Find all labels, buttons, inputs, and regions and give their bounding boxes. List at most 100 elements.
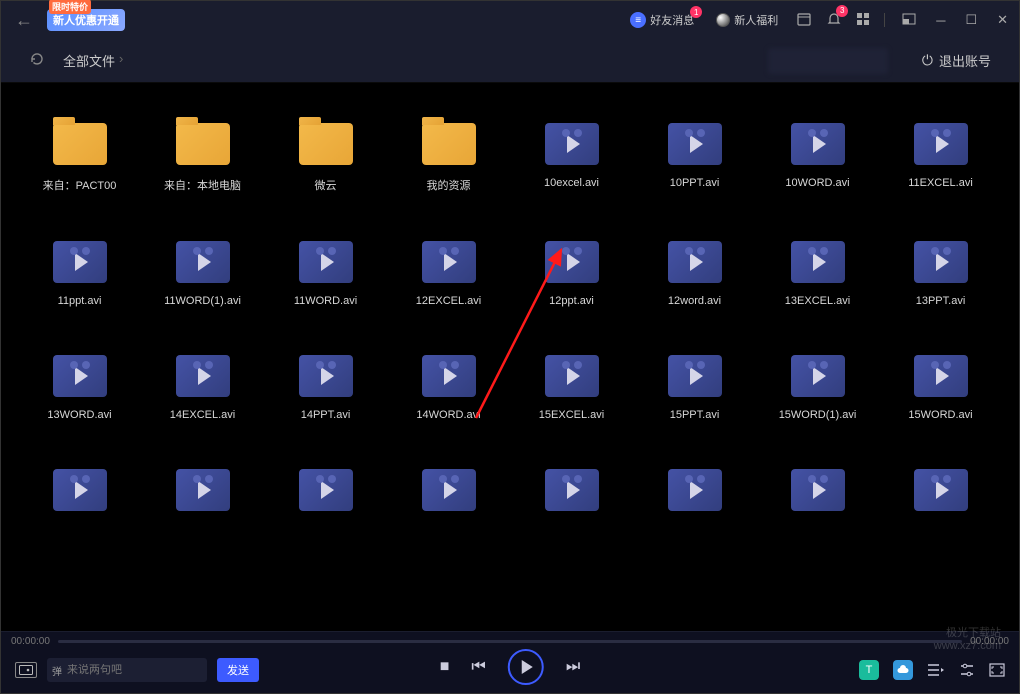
newcomer-label: 新人福利 <box>734 12 778 28</box>
video-item[interactable]: 12ppt.avi <box>513 241 630 307</box>
video-file-icon <box>914 123 968 165</box>
danmu-toggle[interactable] <box>15 662 37 678</box>
video-item[interactable] <box>21 469 138 523</box>
video-item[interactable] <box>144 469 261 523</box>
video-item[interactable]: 15WORD.avi <box>882 355 999 421</box>
file-grid: 来自：PACT00 来自：本地电脑 微云 我的资源 10excel.avi 10PPT.a… <box>21 123 999 523</box>
video-file-icon <box>914 241 968 283</box>
power-icon: ⏻ <box>922 52 933 69</box>
newcomer-button[interactable]: 新人福利 <box>712 10 782 30</box>
logout-button[interactable]: ⏻ 退出账号 <box>922 51 991 70</box>
video-item[interactable] <box>390 469 507 523</box>
breadcrumb[interactable]: 全部文件 › <box>63 51 123 70</box>
danmu-input[interactable] <box>67 664 209 676</box>
controls-row: 弹 发送 ■ ⏮ ⏭ T <box>1 647 1019 693</box>
video-item[interactable]: 12EXCEL.avi <box>390 241 507 307</box>
video-file-icon <box>668 355 722 397</box>
calendar-icon[interactable] <box>796 11 812 30</box>
video-item[interactable]: 15PPT.avi <box>636 355 753 421</box>
video-file-icon <box>791 123 845 165</box>
file-label: 14WORD.avi <box>416 409 480 421</box>
video-item[interactable]: 11WORD(1).avi <box>144 241 261 307</box>
play-button[interactable] <box>508 649 544 685</box>
video-file-icon <box>791 241 845 283</box>
video-file-icon <box>668 241 722 283</box>
friend-message-button[interactable]: ≡ 好友消息 1 <box>626 10 698 30</box>
next-button[interactable]: ⏭ <box>566 658 580 676</box>
video-item[interactable] <box>513 469 630 523</box>
video-file-icon <box>53 469 107 511</box>
notification-icon[interactable]: 3 <box>826 11 842 30</box>
titlebar-right: ≡ 好友消息 1 新人福利 3 ─ ☐ ✕ <box>626 10 1011 30</box>
video-item[interactable]: 13PPT.avi <box>882 241 999 307</box>
video-item[interactable]: 11ppt.avi <box>21 241 138 307</box>
video-item[interactable]: 10excel.avi <box>513 123 630 193</box>
maximize-button[interactable]: ☐ <box>962 12 980 28</box>
time-total: 00:00:00 <box>970 636 1009 647</box>
refresh-button[interactable] <box>29 51 45 70</box>
chevron-right-icon: › <box>119 51 123 70</box>
notification-badge: 3 <box>836 5 848 17</box>
settings-button[interactable] <box>959 663 975 677</box>
promo-badge[interactable]: 限时特价 新人优惠开通 <box>47 9 125 31</box>
file-label: 10PPT.avi <box>670 177 720 189</box>
progress-row: 00:00:00 00:00:00 <box>1 632 1019 647</box>
video-item[interactable]: 10WORD.avi <box>759 123 876 193</box>
file-label: 10excel.avi <box>544 177 599 189</box>
file-label: 13PPT.avi <box>916 295 966 307</box>
video-item[interactable]: 14WORD.avi <box>390 355 507 421</box>
file-label: 11WORD.avi <box>294 295 357 307</box>
friend-message-label: 好友消息 <box>650 12 694 28</box>
video-file-icon <box>914 355 968 397</box>
video-item[interactable]: 13EXCEL.avi <box>759 241 876 307</box>
progress-slider[interactable] <box>58 640 962 643</box>
video-item[interactable]: 15EXCEL.avi <box>513 355 630 421</box>
right-controls: T <box>859 660 1005 680</box>
playlist-button[interactable] <box>927 663 945 677</box>
file-label: 12EXCEL.avi <box>416 295 481 307</box>
previous-button[interactable]: ⏮ <box>471 658 485 676</box>
cloud-button[interactable] <box>893 660 913 680</box>
video-item[interactable] <box>759 469 876 523</box>
chat-icon: ≡ <box>630 12 646 28</box>
video-item[interactable]: 14PPT.avi <box>267 355 384 421</box>
video-item[interactable]: 14EXCEL.avi <box>144 355 261 421</box>
video-item[interactable] <box>267 469 384 523</box>
close-button[interactable]: ✕ <box>994 12 1011 28</box>
video-file-icon <box>299 355 353 397</box>
video-item[interactable]: 13WORD.avi <box>21 355 138 421</box>
mini-mode-button[interactable] <box>899 13 919 28</box>
folder-icon <box>299 123 353 165</box>
video-item[interactable]: 11WORD.avi <box>267 241 384 307</box>
subtitle-button[interactable]: T <box>859 660 879 680</box>
video-file-icon <box>422 241 476 283</box>
video-item[interactable]: 15WORD(1).avi <box>759 355 876 421</box>
folder-item[interactable]: 微云 <box>267 123 384 193</box>
file-label: 11EXCEL.avi <box>908 177 973 189</box>
video-file-icon <box>176 241 230 283</box>
folder-item[interactable]: 来自：本地电脑 <box>144 123 261 193</box>
file-label: 微云 <box>315 177 337 193</box>
video-item[interactable]: 12word.avi <box>636 241 753 307</box>
fullscreen-button[interactable] <box>989 663 1005 677</box>
video-file-icon <box>545 241 599 283</box>
stop-button[interactable]: ■ <box>440 658 450 676</box>
video-item[interactable] <box>636 469 753 523</box>
video-item[interactable]: 10PPT.avi <box>636 123 753 193</box>
video-item[interactable]: 11EXCEL.avi <box>882 123 999 193</box>
video-file-icon <box>176 355 230 397</box>
video-item[interactable] <box>882 469 999 523</box>
folder-item[interactable]: 来自：PACT00 <box>21 123 138 193</box>
file-label: 来自：本地电脑 <box>164 177 241 193</box>
subheader: 全部文件 › ⏻ 退出账号 <box>1 39 1019 83</box>
send-button[interactable]: 发送 <box>217 658 259 682</box>
video-file-icon <box>791 355 845 397</box>
minimize-button[interactable]: ─ <box>933 13 948 28</box>
back-button[interactable]: ← <box>9 10 39 31</box>
grid-icon[interactable] <box>856 12 870 29</box>
folder-item[interactable]: 我的资源 <box>390 123 507 193</box>
danmu-input-wrap: 弹 <box>47 658 207 682</box>
video-file-icon <box>53 241 107 283</box>
danmu-tag[interactable]: 弹 <box>47 663 67 678</box>
video-file-icon <box>545 469 599 511</box>
